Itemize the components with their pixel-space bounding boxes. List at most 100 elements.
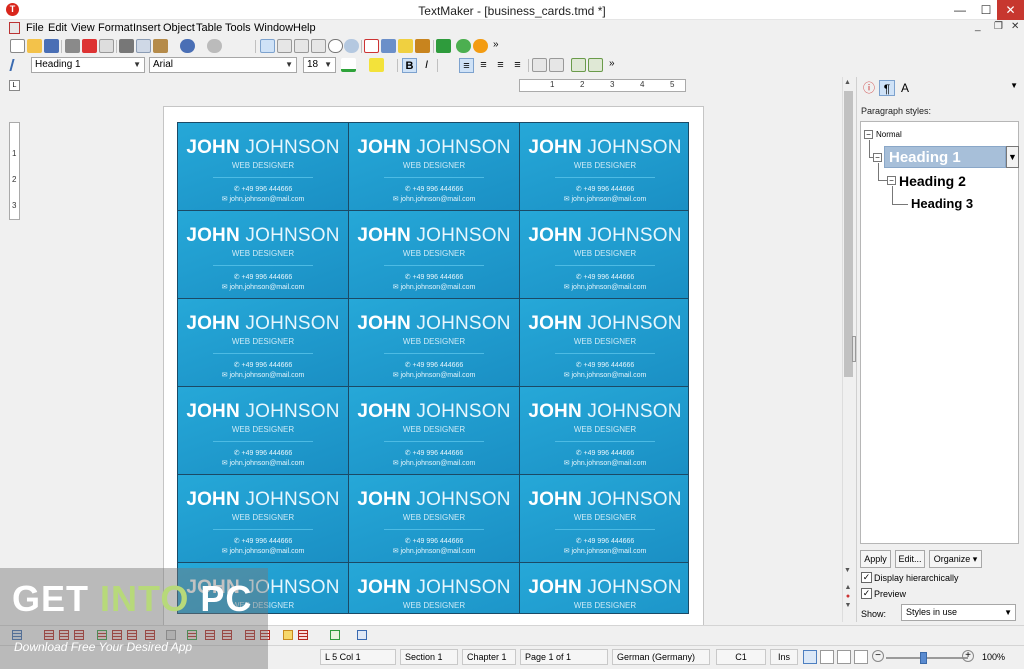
apply-button[interactable]: Apply bbox=[860, 550, 891, 568]
highlight-icon[interactable] bbox=[369, 58, 384, 72]
pdf-export-icon[interactable] bbox=[82, 39, 97, 53]
save-icon[interactable] bbox=[44, 39, 59, 53]
zoom-in-button[interactable]: + bbox=[962, 650, 974, 662]
menu-object[interactable]: Object bbox=[163, 22, 195, 34]
paste-icon[interactable] bbox=[153, 39, 168, 53]
business-card[interactable]: JOHN JOHNSONWEB DESIGNER✆ +49 996 444666… bbox=[520, 299, 688, 386]
decrease-indent-icon[interactable] bbox=[571, 58, 586, 72]
master-page-icon[interactable] bbox=[311, 39, 326, 53]
numbered-list-icon[interactable] bbox=[549, 58, 564, 72]
toolbar-overflow-icon[interactable]: » bbox=[609, 58, 615, 69]
organize-button[interactable]: Organize ▾ bbox=[929, 550, 982, 568]
normal-view-icon[interactable] bbox=[277, 39, 292, 53]
style-normal[interactable]: Normal bbox=[876, 130, 902, 139]
business-card[interactable]: JOHN JOHNSONWEB DESIGNER✆ +49 996 444666… bbox=[178, 387, 348, 474]
scroll-up-icon[interactable]: ▲ bbox=[844, 79, 851, 86]
redo-icon[interactable] bbox=[207, 39, 222, 53]
business-card[interactable]: JOHN JOHNSONWEB DESIGNER✆ +49 996 444666… bbox=[349, 123, 519, 210]
spell-check-icon[interactable] bbox=[398, 39, 413, 53]
outline-view-icon[interactable] bbox=[837, 650, 851, 664]
menu-edit[interactable]: Edit bbox=[48, 22, 67, 34]
preview-checkbox[interactable]: ✓ bbox=[861, 588, 872, 599]
zoom-slider[interactable] bbox=[886, 657, 968, 659]
close-button[interactable]: ✕ bbox=[997, 0, 1024, 20]
table-format-icon[interactable] bbox=[283, 630, 293, 640]
normal-view-icon[interactable] bbox=[820, 650, 834, 664]
business-card[interactable]: JOHN JOHNSONWEB DESIGNER✆ +49 996 444666… bbox=[520, 387, 688, 474]
undo-icon[interactable] bbox=[180, 39, 195, 53]
paragraph-styles-icon[interactable]: ¶ bbox=[879, 80, 895, 96]
text-color-icon[interactable] bbox=[341, 58, 356, 72]
minimize-button[interactable]: — bbox=[945, 0, 975, 20]
justify-button[interactable]: ≡ bbox=[510, 58, 525, 73]
business-card[interactable]: JOHN JOHNSONWEB DESIGNER✆ +49 996 444666… bbox=[178, 211, 348, 298]
business-card[interactable]: JOHN JOHNSONWEB DESIGNER✆ +49 996 444666… bbox=[520, 211, 688, 298]
mdi-minimize-button[interactable]: _ bbox=[975, 21, 981, 32]
document-icon[interactable] bbox=[9, 22, 20, 34]
increase-indent-icon[interactable] bbox=[588, 58, 603, 72]
font-size-combo[interactable]: 18 ▼ bbox=[303, 57, 336, 73]
style-heading-1[interactable]: Heading 1 bbox=[884, 146, 1006, 168]
table-icon[interactable] bbox=[298, 630, 308, 640]
business-card[interactable]: JOHN JOHNSONWEB DESIGNER✆ +49 996 444666… bbox=[349, 475, 519, 562]
bullet-list-icon[interactable] bbox=[532, 58, 547, 72]
master-view-icon[interactable] bbox=[854, 650, 868, 664]
italic-button[interactable]: I bbox=[419, 58, 434, 73]
paragraph-style-combo[interactable]: Heading 1 ▼ bbox=[31, 57, 145, 73]
scroll-down-icon[interactable]: ▼ bbox=[844, 567, 851, 574]
business-card[interactable]: JOHN JOHNSONWEB DESIGNER✆ +49 996 444666… bbox=[520, 475, 688, 562]
maximize-button[interactable]: ☐ bbox=[975, 0, 997, 20]
insert-picture-icon[interactable] bbox=[381, 39, 396, 53]
select-pointer-icon[interactable] bbox=[9, 59, 23, 71]
menu-insert[interactable]: Insert bbox=[133, 22, 161, 34]
object-properties-icon[interactable]: ⓘ bbox=[861, 80, 877, 96]
mdi-close-button[interactable]: ✕ bbox=[1011, 21, 1019, 32]
shading-icon[interactable] bbox=[357, 630, 367, 640]
vertical-ruler[interactable]: 1 2 3 bbox=[9, 122, 20, 220]
align-right-button[interactable]: ≡ bbox=[493, 58, 508, 73]
mdi-restore-button[interactable]: ❐ bbox=[994, 21, 1003, 32]
edit-button[interactable]: Edit... bbox=[895, 550, 925, 568]
page-view-icon[interactable] bbox=[803, 650, 817, 664]
menu-window[interactable]: Window bbox=[254, 22, 293, 34]
menu-view[interactable]: View bbox=[71, 22, 95, 34]
business-card-grid[interactable]: JOHN JOHNSON WEB DESIGNER ✆ +49 996 444666… bbox=[177, 122, 689, 614]
business-card[interactable]: JOHN JOHNSONWEB DESIGNER✆ +49 996 444666… bbox=[178, 123, 348, 210]
style-options-dropdown[interactable]: ▼ bbox=[1006, 146, 1019, 168]
borders-icon[interactable] bbox=[330, 630, 340, 640]
menu-table[interactable]: Table bbox=[196, 22, 222, 34]
horizontal-ruler[interactable]: 1 2 3 4 5 bbox=[519, 79, 686, 92]
zoom-level[interactable]: 100% bbox=[982, 652, 1005, 662]
align-center-button[interactable]: ≡ bbox=[476, 58, 491, 73]
business-card[interactable]: JOHN JOHNSONWEB DESIGNER✆ +49 996 444666… bbox=[520, 123, 688, 210]
open-folder-icon[interactable] bbox=[27, 39, 42, 53]
toolbar-overflow-icon[interactable]: » bbox=[493, 39, 499, 50]
pilcrow-icon[interactable] bbox=[436, 39, 451, 53]
print-preview-icon[interactable] bbox=[99, 39, 114, 53]
styles-tree[interactable]: − Normal − Heading 1 ▼ − Heading 2 Headi… bbox=[860, 121, 1019, 544]
print-icon[interactable] bbox=[65, 39, 80, 53]
insert-text-frame-icon[interactable] bbox=[364, 39, 379, 53]
character-styles-icon[interactable]: A bbox=[897, 80, 913, 96]
insert-mode-indicator[interactable]: Ins bbox=[770, 649, 798, 665]
tab-type-selector[interactable]: L bbox=[9, 80, 20, 91]
layout-view-icon[interactable] bbox=[260, 39, 275, 53]
language-indicator[interactable]: German (Germany) bbox=[612, 649, 710, 665]
zoom-slider-thumb[interactable] bbox=[920, 652, 927, 664]
align-left-button[interactable]: ≡ bbox=[459, 58, 474, 73]
scroll-thumb[interactable] bbox=[844, 91, 853, 377]
help-icon[interactable] bbox=[456, 39, 471, 53]
copy-icon[interactable] bbox=[136, 39, 151, 53]
menu-file[interactable]: File bbox=[26, 22, 44, 34]
business-card[interactable]: JOHN JOHNSONWEB DESIGNER✆ +49 996 444666… bbox=[349, 563, 519, 613]
business-card[interactable]: JOHN JOHNSONWEB DESIGNER✆ +49 996 444666… bbox=[520, 563, 688, 613]
style-heading-2[interactable]: Heading 2 bbox=[899, 173, 966, 189]
outline-view-icon[interactable] bbox=[294, 39, 309, 53]
menu-tools[interactable]: Tools bbox=[225, 22, 251, 34]
bold-button[interactable]: B bbox=[402, 58, 417, 73]
panel-menu-icon[interactable]: ▼ bbox=[1010, 81, 1018, 90]
zoom-out-button[interactable]: − bbox=[872, 650, 884, 662]
business-card[interactable]: JOHN JOHNSONWEB DESIGNER✆ +49 996 444666… bbox=[178, 475, 348, 562]
new-document-icon[interactable] bbox=[10, 39, 25, 53]
business-card[interactable]: JOHN JOHNSONWEB DESIGNER✆ +49 996 444666… bbox=[349, 387, 519, 474]
